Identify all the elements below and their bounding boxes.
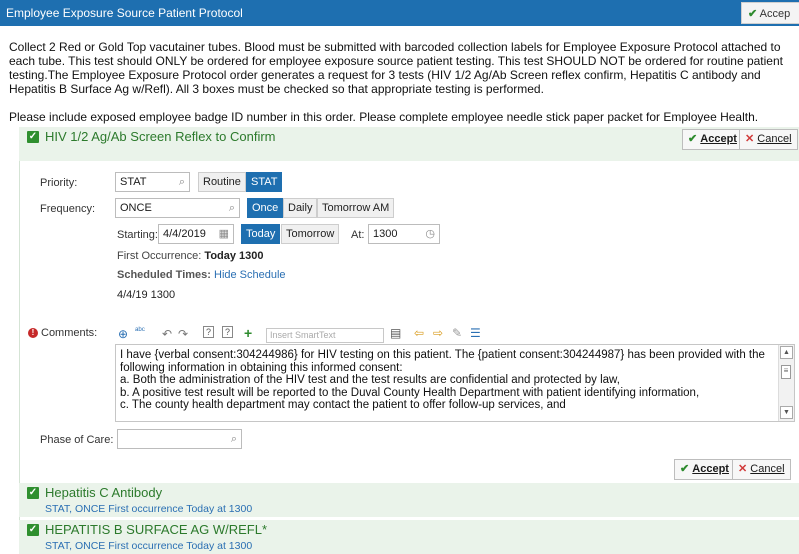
comments-line: b. A positive test result will be report… — [120, 386, 700, 399]
at-label: At: — [351, 229, 365, 241]
checkbox-checked-icon[interactable]: ✓ — [27, 131, 39, 143]
arrow-left-icon[interactable]: ⇦ — [414, 326, 424, 340]
calendar-icon[interactable]: ▦ — [219, 225, 229, 243]
add-icon[interactable]: + — [244, 325, 252, 341]
clock-icon[interactable]: ◷ — [425, 225, 435, 243]
checkmark-icon: ✔ — [688, 133, 698, 145]
frequency-value: ONCE — [120, 202, 152, 214]
window-title: Employee Exposure Source Patient Protoco… — [6, 6, 243, 20]
starting-date-input[interactable]: 4/4/2019 ▦ — [158, 224, 234, 244]
smarttext-input[interactable]: Insert SmartText — [266, 328, 384, 343]
comments-line: c. The county health department may cont… — [120, 399, 566, 411]
scheduled-times-label: Scheduled Times: — [117, 269, 211, 281]
instructions-paragraph-1: Collect 2 Red or Gold Top vacutainer tub… — [9, 40, 783, 96]
order-hepb-title: HEPATITIS B SURFACE AG W/REFL* — [45, 522, 268, 537]
comments-editor[interactable]: I have {verbal consent:304244986} for HI… — [115, 344, 795, 422]
accept-label: Accept — [700, 133, 737, 145]
order-hiv-cancel-bottom-button[interactable]: ✕ Cancel — [732, 459, 791, 480]
order-hepc-title: Hepatitis C Antibody — [45, 485, 163, 500]
required-error-icon: ! — [28, 328, 38, 338]
close-icon: ✕ — [745, 133, 755, 145]
chevron-down-icon[interactable]: ▼ — [780, 406, 793, 419]
first-occurrence: First Occurrence: Today 1300 — [117, 250, 264, 262]
smarttext-placeholder: Insert SmartText — [270, 330, 336, 340]
zoom-icon[interactable]: ⊕ — [118, 327, 128, 341]
starting-date-value: 4/4/2019 — [163, 228, 206, 240]
phase-of-care-input[interactable]: ⌕ — [117, 429, 242, 449]
cancel-label: Cancel — [757, 133, 792, 145]
frequency-label: Frequency: — [40, 203, 96, 215]
edit-icon[interactable]: ✎ — [452, 326, 462, 340]
order-hepb-row[interactable]: ✓ HEPATITIS B SURFACE AG W/REFL* STAT, O… — [19, 520, 799, 554]
instructions-paragraph-2: Please include exposed employee badge ID… — [9, 110, 759, 124]
order-hiv-cancel-button[interactable]: ✕ Cancel — [739, 129, 798, 150]
frequency-once-button[interactable]: Once — [247, 198, 284, 218]
window-titlebar: Employee Exposure Source Patient Protoco… — [0, 0, 799, 26]
comments-label: Comments: — [41, 327, 98, 339]
checkbox-checked-icon[interactable]: ✓ — [27, 524, 39, 536]
comments-text: I have {verbal consent:304244986} for HI… — [120, 349, 772, 412]
redo-icon[interactable]: ↷ — [178, 327, 188, 341]
order-hepc-row[interactable]: ✓ Hepatitis C Antibody STAT, ONCE First … — [19, 483, 799, 517]
priority-input[interactable]: STAT ⌕ — [115, 172, 190, 192]
scheduled-times: Scheduled Times: Hide Schedule — [117, 269, 286, 281]
cancel-label: Cancel — [750, 463, 785, 475]
question-plus-icon[interactable]: ? — [222, 326, 234, 338]
smartphrase-list-icon[interactable]: ▤ — [390, 326, 401, 340]
comments-scrollbar[interactable]: ▲ ≡ ▼ — [778, 345, 794, 421]
search-icon: ⌕ — [178, 176, 185, 188]
phase-of-care-label: Phase of Care: — [40, 434, 114, 446]
accept-top-label: Accep — [759, 8, 791, 20]
comments-line: I have {verbal consent:304244986} for HI… — [120, 349, 765, 374]
undo-icon[interactable]: ↶ — [162, 327, 172, 341]
start-tomorrow-button[interactable]: Tomorrow — [281, 224, 340, 244]
chevron-up-icon[interactable]: ▲ — [780, 346, 793, 359]
close-icon: ✕ — [738, 463, 748, 475]
accept-top-button[interactable]: ✔ Accep — [741, 2, 799, 24]
order-hepb-summary: STAT, ONCE First occurrence Today at 130… — [45, 540, 253, 552]
start-time-value: 1300 — [373, 228, 398, 240]
order-hiv-header: ✓ HIV 1/2 Ag/Ab Screen Reflex to Confirm… — [19, 127, 799, 161]
order-hiv-accept-button[interactable]: ✔ Accept — [682, 129, 743, 150]
arrow-right-icon[interactable]: ⇨ — [433, 326, 443, 340]
frequency-daily-button[interactable]: Daily — [283, 198, 318, 218]
priority-label: Priority: — [40, 177, 78, 189]
hide-schedule-link[interactable]: Hide Schedule — [214, 269, 286, 281]
order-hiv-accept-bottom-button[interactable]: ✔ Accept — [674, 459, 735, 480]
accept-label: Accept — [692, 463, 729, 475]
start-today-button[interactable]: Today — [241, 224, 281, 244]
start-time-input[interactable]: 1300 ◷ — [368, 224, 440, 244]
insert-list-icon[interactable]: ☰ — [470, 326, 481, 340]
comments-line: a. Both the administration of the HIV te… — [120, 374, 620, 386]
checkmark-icon: ✔ — [680, 463, 690, 475]
checkmark-icon: ✔ — [748, 8, 758, 20]
search-icon: ⌕ — [228, 202, 235, 214]
schedule-entry: 4/4/19 1300 — [117, 289, 176, 301]
scrollbar-thumb[interactable]: ≡ — [781, 365, 791, 379]
order-hepc-summary: STAT, ONCE First occurrence Today at 130… — [45, 503, 253, 515]
first-occurrence-label: First Occurrence: — [117, 250, 202, 262]
priority-value: STAT — [120, 176, 147, 188]
priority-stat-button[interactable]: STAT — [246, 172, 283, 192]
help-icon[interactable]: ? — [203, 326, 215, 338]
frequency-input[interactable]: ONCE ⌕ — [115, 198, 240, 218]
order-hiv-title: HIV 1/2 Ag/Ab Screen Reflex to Confirm — [45, 129, 276, 144]
first-occurrence-value: Today 1300 — [204, 250, 264, 262]
comments-label-group: ! Comments: — [26, 327, 97, 339]
checkbox-checked-icon[interactable]: ✓ — [27, 487, 39, 499]
frequency-tomorrow-am-button[interactable]: Tomorrow AM — [317, 198, 395, 218]
spellcheck-icon[interactable]: ᵃᵇᶜ — [135, 325, 145, 335]
search-icon: ⌕ — [230, 433, 237, 445]
starting-label: Starting: — [117, 229, 158, 241]
priority-routine-button[interactable]: Routine — [198, 172, 246, 192]
protocol-instructions: Collect 2 Red or Gold Top vacutainer tub… — [9, 40, 795, 138]
